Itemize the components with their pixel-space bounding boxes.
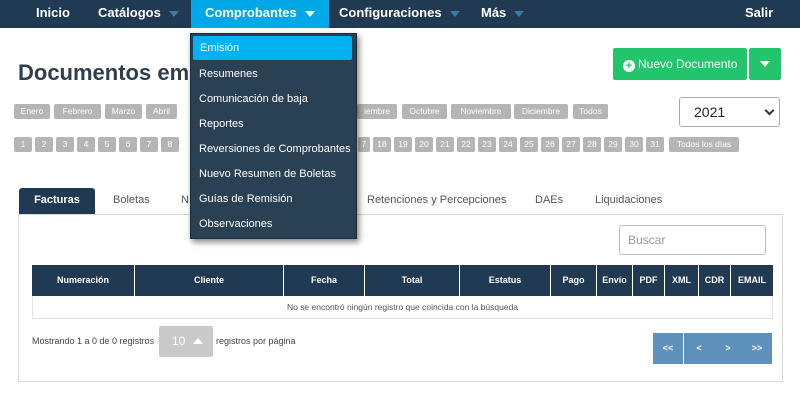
- new-document-label: Nuevo Documento: [638, 57, 738, 71]
- month-chip[interactable]: Enero: [14, 104, 50, 119]
- chevron-down-icon: [168, 10, 179, 17]
- day-chip[interactable]: 28: [583, 137, 601, 152]
- month-chip-all[interactable]: Todos: [573, 104, 608, 119]
- nav-mas[interactable]: Más: [481, 0, 525, 28]
- chevron-down-icon: [514, 10, 525, 17]
- month-chip[interactable]: Marzo: [105, 104, 142, 119]
- day-chip-all[interactable]: Todos los días: [669, 137, 739, 152]
- prev-page-button[interactable]: <: [684, 333, 714, 364]
- day-chip[interactable]: 3: [56, 137, 74, 152]
- menu-item-emision[interactable]: Emisión: [193, 36, 352, 60]
- column-header[interactable]: EMAIL: [731, 265, 773, 296]
- page-size-value: 10: [172, 334, 186, 348]
- column-header[interactable]: CDR: [699, 265, 731, 296]
- nav-inicio[interactable]: Inicio: [36, 0, 70, 28]
- month-chip[interactable]: Febrero: [54, 104, 101, 119]
- day-chip[interactable]: 18: [373, 137, 391, 152]
- day-chip[interactable]: 26: [541, 137, 559, 152]
- empty-table-message: No se encontró ningún registro que coinc…: [32, 296, 773, 319]
- top-navbar: Inicio Catálogos Comprobantes Configurac…: [0, 0, 800, 28]
- nav-configuraciones[interactable]: Configuraciones: [339, 0, 460, 28]
- chevron-down-icon: [449, 10, 460, 17]
- chevron-down-icon: [764, 105, 775, 116]
- page-title: Documentos emi: [18, 60, 196, 85]
- day-chip[interactable]: 29: [604, 137, 622, 152]
- month-chip[interactable]: Octubre: [402, 104, 447, 119]
- nav-comprobantes[interactable]: Comprobantes: [191, 0, 329, 28]
- month-chip[interactable]: Abril: [146, 104, 177, 119]
- day-chip[interactable]: 22: [457, 137, 475, 152]
- day-chip[interactable]: 1: [14, 137, 32, 152]
- month-chip[interactable]: Noviembre: [451, 104, 511, 119]
- year-value: 2021: [694, 104, 726, 120]
- menu-item-comunicacion-baja[interactable]: Comunicación de baja: [191, 87, 356, 111]
- tab-notas[interactable]: N: [181, 188, 189, 214]
- plus-circle-icon: +: [623, 60, 635, 72]
- menu-item-observaciones[interactable]: Observaciones: [191, 212, 356, 236]
- day-chip[interactable]: 2: [35, 137, 53, 152]
- day-chip[interactable]: 5: [98, 137, 116, 152]
- column-header[interactable]: Numeración: [32, 265, 135, 296]
- day-chip[interactable]: 25: [520, 137, 538, 152]
- nav-configuraciones-label: Configuraciones: [339, 5, 442, 20]
- column-header[interactable]: Pago: [551, 265, 597, 296]
- menu-item-reportes[interactable]: Reportes: [191, 112, 356, 136]
- day-chip[interactable]: 30: [625, 137, 643, 152]
- chevron-down-icon: [760, 61, 770, 67]
- tab-liquidaciones[interactable]: Liquidaciones: [595, 188, 662, 214]
- day-chip[interactable]: 31: [646, 137, 664, 152]
- menu-item-nuevo-resumen-boletas[interactable]: Nuevo Resumen de Boletas: [191, 162, 356, 186]
- day-chip[interactable]: 7: [140, 137, 158, 152]
- month-chip[interactable]: iembre: [357, 104, 397, 119]
- table-header: Numeración Cliente Fecha Total Estatus P…: [32, 265, 773, 296]
- column-header[interactable]: Fecha: [284, 265, 365, 296]
- search-input[interactable]: [619, 225, 766, 255]
- column-header[interactable]: Estatus: [460, 265, 551, 296]
- nav-catalogos-label: Catálogos: [98, 5, 161, 20]
- page-size-select[interactable]: 10: [159, 326, 213, 357]
- tab-retenciones[interactable]: Retenciones y Percepciones: [367, 188, 506, 214]
- month-chip[interactable]: Diciembre: [514, 104, 568, 119]
- column-header[interactable]: XML: [665, 265, 699, 296]
- per-page-label: registros por página: [216, 336, 296, 346]
- nav-salir[interactable]: Salir: [745, 0, 773, 28]
- day-chip[interactable]: 20: [415, 137, 433, 152]
- new-document-dropdown-button[interactable]: [749, 48, 781, 80]
- tab-daes[interactable]: DAEs: [535, 188, 563, 214]
- day-chip[interactable]: 8: [161, 137, 179, 152]
- column-header[interactable]: Cliente: [135, 265, 284, 296]
- records-info: Mostrando 1 a 0 de 0 registros: [32, 336, 155, 346]
- day-chip[interactable]: 23: [478, 137, 496, 152]
- day-chip[interactable]: 21: [436, 137, 454, 152]
- comprobantes-dropdown-menu: Emisión Resumenes Comunicación de baja R…: [190, 33, 357, 239]
- day-chip[interactable]: 4: [77, 137, 95, 152]
- menu-item-resumenes[interactable]: Resumenes: [191, 62, 356, 86]
- tab-boletas[interactable]: Boletas: [113, 188, 150, 214]
- column-header[interactable]: Envío: [597, 265, 633, 296]
- next-page-button[interactable]: >: [713, 333, 743, 364]
- chevron-down-icon: [304, 10, 315, 17]
- new-document-button[interactable]: + Nuevo Documento: [613, 48, 747, 80]
- menu-item-guias-remision[interactable]: Guías de Remisión: [191, 187, 356, 211]
- column-header[interactable]: PDF: [633, 265, 665, 296]
- day-chip[interactable]: 19: [394, 137, 412, 152]
- year-select[interactable]: 2021: [679, 97, 780, 127]
- first-page-button[interactable]: <<: [653, 333, 683, 364]
- nav-mas-label: Más: [481, 5, 507, 20]
- menu-item-reversiones[interactable]: Reversiones de Comprobantes: [191, 137, 356, 161]
- tab-facturas[interactable]: Facturas: [19, 188, 95, 214]
- nav-comprobantes-label: Comprobantes: [205, 5, 297, 20]
- nav-catalogos[interactable]: Catálogos: [98, 0, 179, 28]
- chevron-up-icon: [193, 338, 203, 344]
- last-page-button[interactable]: >>: [742, 333, 772, 364]
- day-chip[interactable]: 27: [562, 137, 580, 152]
- column-header[interactable]: Total: [365, 265, 460, 296]
- day-chip[interactable]: 6: [119, 137, 137, 152]
- day-chip[interactable]: 24: [499, 137, 517, 152]
- day-chip[interactable]: 7: [358, 137, 370, 152]
